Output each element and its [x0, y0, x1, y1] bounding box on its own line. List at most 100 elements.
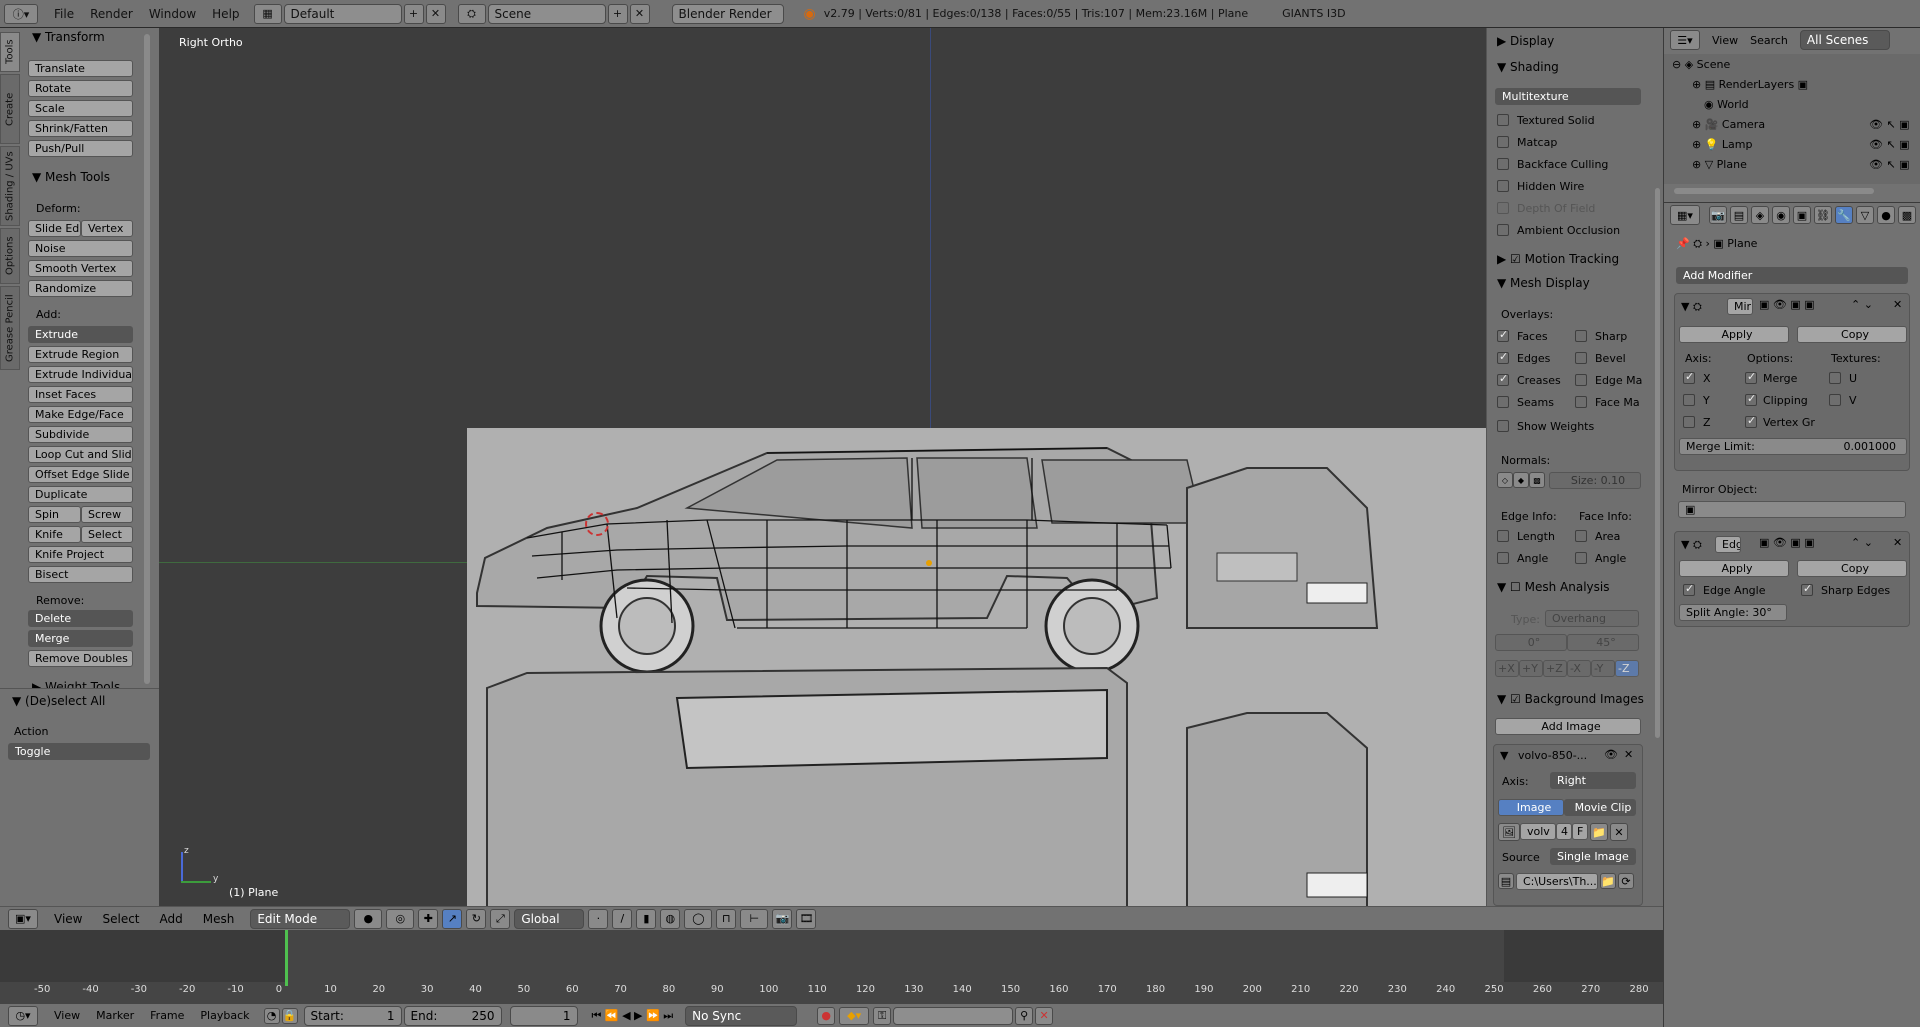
shading-mode-select[interactable]: Multitexture: [1495, 88, 1641, 105]
translate-widget-icon[interactable]: ↗: [442, 908, 463, 929]
snap-element-icon[interactable]: ⊢: [740, 908, 769, 929]
mirror-v-checkbox[interactable]: [1829, 394, 1841, 406]
menu-render[interactable]: Render: [82, 7, 141, 21]
movie-clip-tab-button[interactable]: Movie Clip: [1564, 799, 1636, 816]
hidden-wire-checkbox[interactable]: [1497, 180, 1509, 192]
shelf-scrollbar[interactable]: [144, 34, 150, 684]
outliner-item-plane[interactable]: ⊕ ▽ Plane: [1692, 158, 1747, 171]
shading-panel-header[interactable]: ▼ Shading: [1497, 60, 1559, 74]
menu-file[interactable]: File: [46, 7, 82, 21]
push-pull-button[interactable]: Push/Pull: [28, 140, 133, 157]
render-engine-select[interactable]: Blender Render: [671, 3, 784, 24]
tab-shading-uvs[interactable]: Shading / UVs: [0, 146, 20, 226]
renderlayers-tab-icon[interactable]: ▤: [1730, 206, 1748, 224]
image-name-field[interactable]: volv: [1520, 823, 1556, 840]
subdivide-button[interactable]: Subdivide: [28, 426, 133, 443]
modifiers-tab-icon[interactable]: 🔧: [1835, 206, 1853, 224]
scene-tab-icon[interactable]: ◈: [1751, 206, 1769, 224]
make-edge-face-button[interactable]: Make Edge/Face: [28, 406, 133, 423]
end-frame-field[interactable]: End: 250: [403, 1005, 502, 1026]
timeline-menu-frame[interactable]: Frame: [150, 1009, 184, 1022]
playback-controls-icons[interactable]: ⏮ ⏪ ◀ ▶ ⏩ ⏭: [592, 1009, 674, 1023]
outliner-item-world[interactable]: ◉ World: [1704, 98, 1749, 111]
remove-scene-icon[interactable]: ✕: [629, 3, 650, 24]
outliner-editor-icon[interactable]: ☰▾: [1670, 30, 1700, 50]
render-tab-icon[interactable]: 📷: [1709, 206, 1727, 224]
3d-viewport[interactable]: Right Ortho z y (1) Plane: [159, 28, 1486, 906]
viewport-menu-mesh[interactable]: Mesh: [203, 912, 235, 926]
length-checkbox[interactable]: [1497, 530, 1509, 542]
image-open-icon[interactable]: 📁: [1590, 823, 1608, 841]
material-tab-icon[interactable]: ●: [1877, 206, 1895, 224]
image-browse-icon[interactable]: 🖼: [1498, 823, 1520, 841]
knife-select-button[interactable]: Select: [81, 526, 133, 543]
outliner-item-scene[interactable]: ⊖ ◈ Scene: [1672, 58, 1730, 71]
background-images-header[interactable]: ▼ ☑ Background Images: [1497, 692, 1644, 706]
axis-nz-button[interactable]: -Z: [1615, 660, 1639, 677]
image-visibility-icon[interactable]: 👁: [1604, 748, 1618, 761]
merge-limit-field[interactable]: Merge Limit: 0.001000: [1679, 438, 1907, 455]
filepath-reload-icon[interactable]: ⟳: [1618, 873, 1634, 889]
creases-checkbox[interactable]: [1497, 372, 1509, 386]
analysis-type-select[interactable]: Overhang: [1545, 610, 1639, 627]
current-frame-marker[interactable]: [285, 930, 288, 986]
bevel-checkbox[interactable]: [1575, 352, 1587, 364]
edge-marks-checkbox[interactable]: [1575, 374, 1587, 386]
snap-icon[interactable]: ⊓: [716, 908, 737, 929]
add-layout-icon[interactable]: +: [403, 3, 424, 24]
edgesplit-display-icons[interactable]: ▣ 👁 ▣ ▣: [1759, 536, 1815, 549]
noise-button[interactable]: Noise: [28, 240, 133, 257]
remove-layout-icon[interactable]: ✕: [425, 3, 446, 24]
mirror-clipping-checkbox[interactable]: [1745, 392, 1757, 406]
outliner-item-lamp[interactable]: ⊕ 💡 Lamp: [1692, 138, 1752, 151]
textured-solid-checkbox[interactable]: [1497, 114, 1509, 126]
record-icon[interactable]: ●: [817, 1006, 836, 1025]
scale-button[interactable]: Scale: [28, 100, 133, 117]
viewport-menu-select[interactable]: Select: [102, 912, 139, 926]
timeline-menu-playback[interactable]: Playback: [200, 1009, 249, 1022]
scene-icon[interactable]: ⛭: [457, 3, 486, 24]
outliner-item-camera[interactable]: ⊕ 🎥 Camera: [1692, 118, 1765, 131]
backface-culling-checkbox[interactable]: [1497, 158, 1509, 170]
sharp-checkbox[interactable]: [1575, 330, 1587, 342]
edgesplit-remove-icon[interactable]: ✕: [1893, 536, 1902, 549]
edgesplit-expand-icon[interactable]: ▼ ⛭: [1681, 538, 1702, 552]
mirror-merge-checkbox[interactable]: [1745, 370, 1757, 384]
mirror-x-checkbox[interactable]: [1683, 370, 1695, 384]
knife-button[interactable]: Knife: [28, 526, 81, 543]
mesh-tools-header[interactable]: ▼ Mesh Tools: [32, 170, 110, 184]
merge-menu[interactable]: Merge: [28, 630, 133, 647]
edge-select-icon[interactable]: /: [612, 908, 633, 929]
image-fake-user-button[interactable]: F: [1572, 823, 1588, 840]
insert-key-icon[interactable]: ⚲: [1015, 1006, 1034, 1025]
keying-set-icon[interactable]: ⚿: [873, 1006, 892, 1025]
display-panel-header[interactable]: ▶ Display: [1497, 34, 1554, 48]
axis-py-button[interactable]: +Y: [1519, 660, 1543, 677]
transform-header[interactable]: ▼ Transform: [32, 30, 105, 44]
edge-angle-checkbox[interactable]: [1497, 552, 1509, 564]
split-angle-field[interactable]: Split Angle: 30°: [1679, 604, 1787, 621]
keying-set-field[interactable]: [893, 1006, 1014, 1025]
shading-icon[interactable]: ●: [354, 908, 383, 929]
3d-cursor-icon[interactable]: [585, 512, 609, 536]
rotate-widget-icon[interactable]: ↻: [466, 908, 487, 929]
axis-pz-button[interactable]: +Z: [1543, 660, 1567, 677]
delete-key-icon[interactable]: ✕: [1035, 1006, 1054, 1025]
axis-select[interactable]: Right: [1550, 772, 1636, 789]
image-unlink-icon[interactable]: ✕: [1610, 823, 1628, 841]
translate-button[interactable]: Translate: [28, 60, 133, 77]
manipulator-icon[interactable]: ✚: [418, 908, 439, 929]
source-select[interactable]: Single Image: [1550, 848, 1636, 865]
duplicate-button[interactable]: Duplicate: [28, 486, 133, 503]
mirror-copy-button[interactable]: Copy: [1797, 326, 1907, 343]
camera-visibility-icons[interactable]: 👁 ↖ ▣: [1869, 118, 1910, 131]
area-checkbox[interactable]: [1575, 530, 1587, 542]
data-tab-icon[interactable]: ▽: [1856, 206, 1874, 224]
smooth-vertex-button[interactable]: Smooth Vertex: [28, 260, 133, 277]
axis-px-button[interactable]: +X: [1495, 660, 1519, 677]
filepath-field[interactable]: C:\Users\Th...: [1516, 873, 1598, 890]
menu-window[interactable]: Window: [141, 7, 204, 21]
object-tab-icon[interactable]: ▣: [1793, 206, 1811, 224]
editor-type-icon[interactable]: ▣▾: [8, 908, 38, 929]
pivot-icon[interactable]: ◎: [386, 908, 415, 929]
